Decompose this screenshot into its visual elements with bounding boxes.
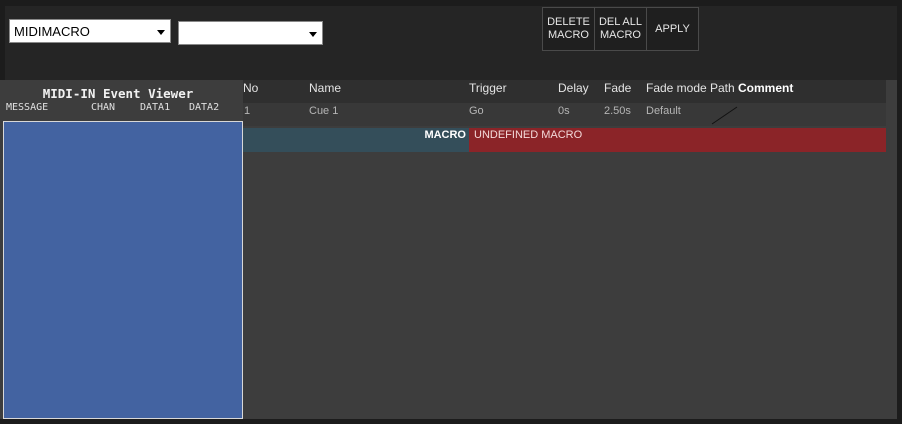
column-chan: CHAN — [91, 102, 116, 113]
column-data1: DATA1 — [140, 102, 171, 113]
table-row[interactable]: 1 Cue 1 Go 0s 2.50s Default — [243, 103, 886, 126]
viewer-column-headers: MESSAGE CHAN DATA1 DATA2 — [6, 102, 238, 116]
cell-trigger: Go — [469, 105, 484, 117]
header-fade-mode[interactable]: Fade mode — [646, 81, 707, 95]
cell-name: Cue 1 — [309, 105, 339, 117]
apply-label: APPLY — [655, 22, 690, 35]
viewer-title: MIDI-IN Event Viewer — [42, 86, 194, 101]
cell-fade-mode: Default — [646, 105, 681, 117]
device-select[interactable]: MIDIMACRO — [9, 19, 171, 43]
app-window: MIDIMACRO DELETE MACRO DEL ALL MACRO APP… — [0, 0, 902, 424]
cue-table-header: No Name Trigger Delay Fade Fade mode Pat… — [243, 80, 886, 102]
macro-button-group: DELETE MACRO DEL ALL MACRO APPLY — [542, 7, 699, 51]
cell-fade: 2.50s — [604, 105, 631, 117]
column-message: MESSAGE — [6, 102, 49, 113]
cell-delay: 0s — [558, 105, 570, 117]
midi-event-list[interactable] — [3, 121, 243, 419]
chevron-down-icon — [157, 30, 165, 35]
header-path[interactable]: Path — [710, 81, 735, 95]
macro-select[interactable] — [178, 21, 323, 45]
header-fade[interactable]: Fade — [604, 81, 631, 95]
cell-no: 1 — [244, 105, 251, 117]
macro-label: MACRO — [243, 128, 469, 152]
toolbar — [5, 6, 897, 80]
delete-all-macro-label: DEL ALL MACRO — [598, 16, 642, 41]
header-delay[interactable]: Delay — [558, 81, 589, 95]
header-trigger[interactable]: Trigger — [469, 81, 507, 95]
delete-macro-button[interactable]: DELETE MACRO — [543, 8, 595, 50]
delete-all-macro-button[interactable]: DEL ALL MACRO — [595, 8, 647, 50]
midi-event-viewer: MIDI-IN Event Viewer MESSAGE CHAN DATA1 … — [0, 80, 243, 419]
macro-value[interactable]: UNDEFINED MACRO — [469, 128, 886, 152]
header-no[interactable]: No — [243, 81, 258, 95]
column-data2: DATA2 — [189, 102, 220, 113]
delete-macro-label: DELETE MACRO — [547, 16, 590, 41]
device-select-value: MIDIMACRO — [14, 24, 90, 39]
apply-button[interactable]: APPLY — [647, 8, 698, 50]
header-name[interactable]: Name — [309, 81, 341, 95]
header-comment[interactable]: Comment — [738, 81, 793, 95]
path-curve-icon — [711, 106, 738, 125]
chevron-down-icon — [309, 32, 317, 37]
